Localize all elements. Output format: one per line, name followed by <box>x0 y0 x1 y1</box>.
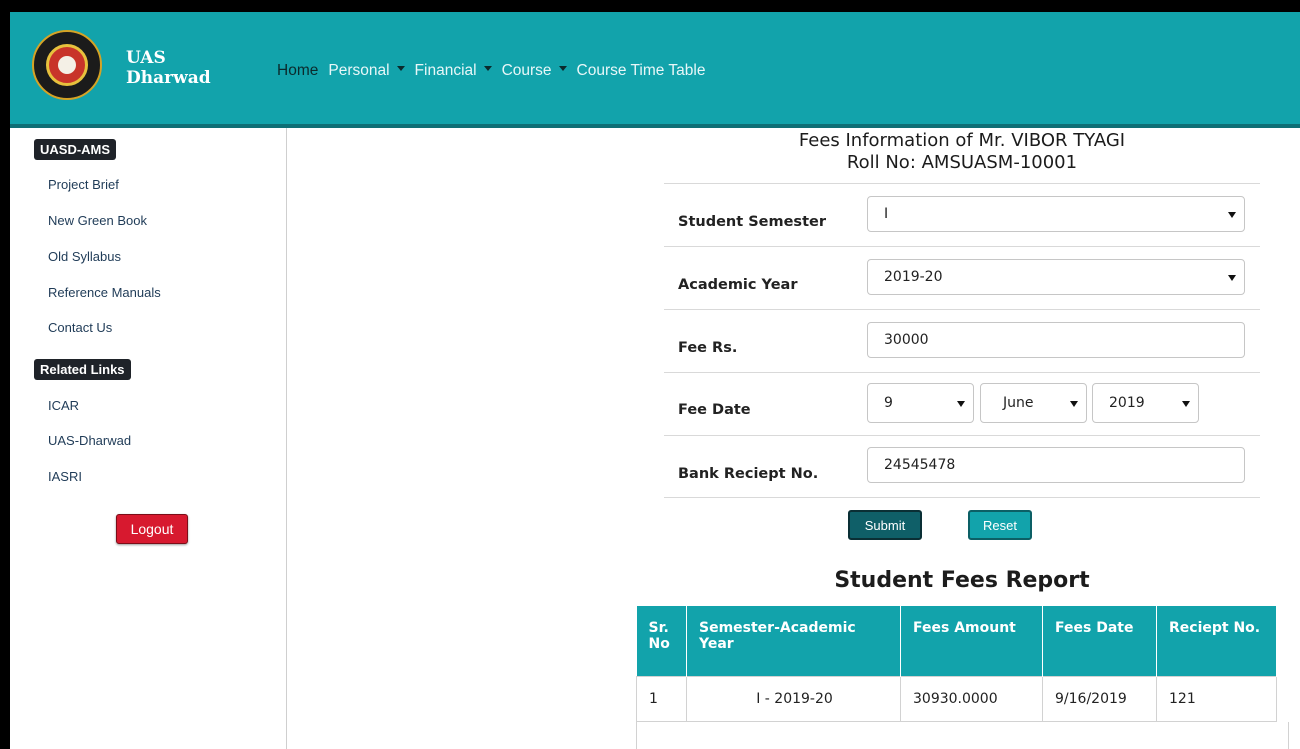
brand-name[interactable]: UAS Dharwad <box>126 48 211 88</box>
fee-month-select[interactable]: June <box>980 383 1087 423</box>
dropdown-arrow-icon <box>957 401 965 407</box>
sidebar-link-contact-us[interactable]: Contact Us <box>48 320 112 335</box>
cell-semester-year: I - 2019-20 <box>686 675 901 722</box>
sidebar-link-new-green-book[interactable]: New Green Book <box>48 213 147 228</box>
dropdown-arrow-icon <box>1228 275 1236 281</box>
logo-emblem-icon <box>46 44 88 86</box>
chevron-down-icon <box>396 66 405 72</box>
sidebar-badge-related-links: Related Links <box>34 359 131 380</box>
fees-report-table: Sr. No Semester-Academic Year Fees Amount… <box>636 606 1277 722</box>
nav-home[interactable]: Home <box>277 62 318 80</box>
fee-year-select[interactable]: 2019 <box>1092 383 1199 423</box>
bank-receipt-input[interactable]: 24545478 <box>867 447 1245 483</box>
page-title-name: Fees Information of Mr. VIBOR TYAGI <box>798 130 1126 151</box>
nav-course-time-table[interactable]: Course Time Table <box>577 62 706 80</box>
column-header-fees-amount: Fees Amount <box>900 606 1043 676</box>
sidebar-link-old-syllabus[interactable]: Old Syllabus <box>48 249 121 264</box>
sidebar-link-iasri[interactable]: IASRI <box>48 469 82 484</box>
divider <box>664 309 1260 310</box>
submit-button[interactable]: Submit <box>848 510 922 540</box>
dropdown-arrow-icon <box>1182 401 1190 407</box>
reset-button[interactable]: Reset <box>968 510 1032 540</box>
brand-line-2: Dharwad <box>126 68 211 88</box>
bank-receipt-value: 24545478 <box>884 457 956 473</box>
divider <box>664 183 1260 184</box>
nav-personal-label: Personal <box>328 62 390 79</box>
top-header: UAS Dharwad Home Personal Financial Cour… <box>10 12 1300 128</box>
fee-year-value: 2019 <box>1109 395 1145 411</box>
academic-year-value: 2019-20 <box>884 269 943 285</box>
cell-receipt-no: 121 <box>1156 675 1277 722</box>
window-frame-top <box>0 0 1300 12</box>
fee-label: Fee Rs. <box>678 340 738 356</box>
bank-receipt-label: Bank Reciept No. <box>678 466 819 482</box>
column-header-sr-no: Sr. No <box>636 606 687 676</box>
divider <box>664 372 1260 373</box>
sidebar-link-uas-dharwad[interactable]: UAS-Dharwad <box>48 433 131 448</box>
divider <box>664 497 1260 498</box>
semester-label: Student Semester <box>678 214 826 230</box>
main-nav: Home Personal Financial Course Course Ti… <box>277 62 716 80</box>
fee-input[interactable]: 30000 <box>867 322 1245 358</box>
cell-sr-no: 1 <box>636 675 687 722</box>
table-header-row: Sr. No Semester-Academic Year Fees Amount… <box>636 606 1277 676</box>
sidebar-link-project-brief[interactable]: Project Brief <box>48 177 119 192</box>
chevron-down-icon <box>558 66 567 72</box>
report-title: Student Fees Report <box>834 568 1090 593</box>
cell-fees-amount: 30930.0000 <box>900 675 1043 722</box>
divider <box>664 246 1260 247</box>
fee-day-value: 9 <box>884 395 893 411</box>
fee-month-value: June <box>1003 395 1034 411</box>
sidebar-link-reference-manuals[interactable]: Reference Manuals <box>48 285 161 300</box>
window-frame-left <box>0 0 10 749</box>
sidebar: UASD-AMS Project Brief New Green Book Ol… <box>10 128 287 749</box>
column-header-fees-date: Fees Date <box>1042 606 1157 676</box>
logo-core <box>58 56 76 74</box>
fee-day-select[interactable]: 9 <box>867 383 974 423</box>
brand-line-1: UAS <box>126 48 166 68</box>
dropdown-arrow-icon <box>1070 401 1078 407</box>
academic-year-select[interactable]: 2019-20 <box>867 259 1245 295</box>
divider <box>664 435 1260 436</box>
fee-date-label: Fee Date <box>678 402 751 418</box>
table-footer-area <box>636 722 1289 749</box>
cell-fees-date: 9/16/2019 <box>1042 675 1157 722</box>
table-row: 1 I - 2019-20 30930.0000 9/16/2019 121 <box>636 675 1277 722</box>
page-title: Fees Information of Mr. VIBOR TYAGI Roll… <box>664 130 1260 174</box>
nav-personal[interactable]: Personal <box>328 62 405 80</box>
academic-year-label: Academic Year <box>678 277 798 293</box>
semester-select[interactable]: I <box>867 196 1245 232</box>
semester-value: I <box>884 206 889 222</box>
page-title-roll: Roll No: AMSUASM-10001 <box>846 152 1078 173</box>
uas-logo[interactable] <box>32 30 102 100</box>
dropdown-arrow-icon <box>1228 212 1236 218</box>
sidebar-link-icar[interactable]: ICAR <box>48 398 79 413</box>
column-header-receipt-no: Reciept No. <box>1156 606 1277 676</box>
nav-course[interactable]: Course <box>502 62 567 80</box>
chevron-down-icon <box>483 66 492 72</box>
nav-financial[interactable]: Financial <box>415 62 492 80</box>
column-header-semester-year: Semester-Academic Year <box>686 606 901 676</box>
nav-course-label: Course <box>501 62 552 79</box>
logout-button[interactable]: Logout <box>116 514 188 544</box>
nav-financial-label: Financial <box>414 62 477 79</box>
fee-value: 30000 <box>884 332 929 348</box>
sidebar-badge-uasd-ams: UASD-AMS <box>34 139 117 160</box>
